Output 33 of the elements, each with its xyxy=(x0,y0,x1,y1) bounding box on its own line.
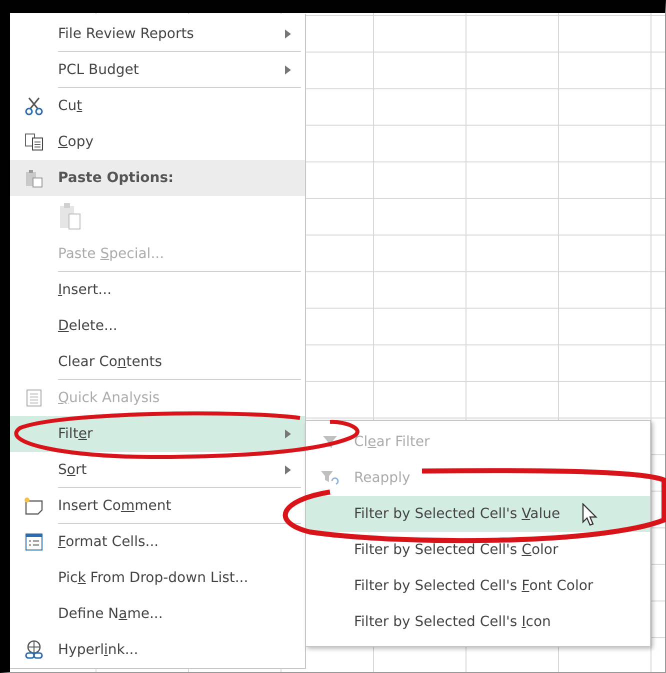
format-cells-icon xyxy=(24,532,44,552)
copy-icon xyxy=(24,132,44,152)
submenu-arrow-icon xyxy=(285,29,291,38)
menu-item[interactable]: Sort xyxy=(10,452,305,488)
menu-item[interactable]: Filter by Selected Cell's Icon xyxy=(306,604,650,640)
menu-item[interactable]: Pick From Drop-down List... xyxy=(10,560,305,596)
menu-item[interactable]: Copy xyxy=(10,124,305,160)
menu-item[interactable]: Insert... xyxy=(10,272,305,308)
menu-item[interactable]: Filter xyxy=(10,416,305,452)
filter-icon xyxy=(320,469,340,487)
menu-item[interactable]: Define Name... xyxy=(10,596,305,632)
menu-item[interactable]: Insert Comment xyxy=(10,488,305,524)
comment-icon xyxy=(23,496,45,516)
menu-item[interactable]: Cut xyxy=(10,88,305,124)
menu-item[interactable]: Delete... xyxy=(10,308,305,344)
hyperlink-icon xyxy=(23,639,45,661)
menu-item[interactable]: PCL Budget xyxy=(10,52,305,88)
scissors-icon xyxy=(24,96,44,116)
submenu-arrow-icon xyxy=(285,65,291,74)
menu-item[interactable]: Filter by Selected Cell's Font Color xyxy=(306,568,650,604)
menu-item[interactable]: File Review Reports xyxy=(10,16,305,52)
menu-item[interactable]: Filter by Selected Cell's Value xyxy=(306,496,650,532)
clipboard-icon xyxy=(24,168,44,188)
section-header: Paste Options: xyxy=(10,160,305,196)
submenu-arrow-icon xyxy=(285,429,291,438)
quick-analysis-icon xyxy=(24,388,44,408)
menu-item[interactable]: Clear Contents xyxy=(10,344,305,380)
filter-icon xyxy=(321,433,339,451)
menu-item[interactable]: Hyperlink... xyxy=(10,632,305,668)
menu-item[interactable]: Format Cells... xyxy=(10,524,305,560)
menu-item[interactable]: Filter by Selected Cell's Color xyxy=(306,532,650,568)
submenu-arrow-icon xyxy=(285,465,291,474)
mouse-pointer-icon xyxy=(582,503,598,527)
